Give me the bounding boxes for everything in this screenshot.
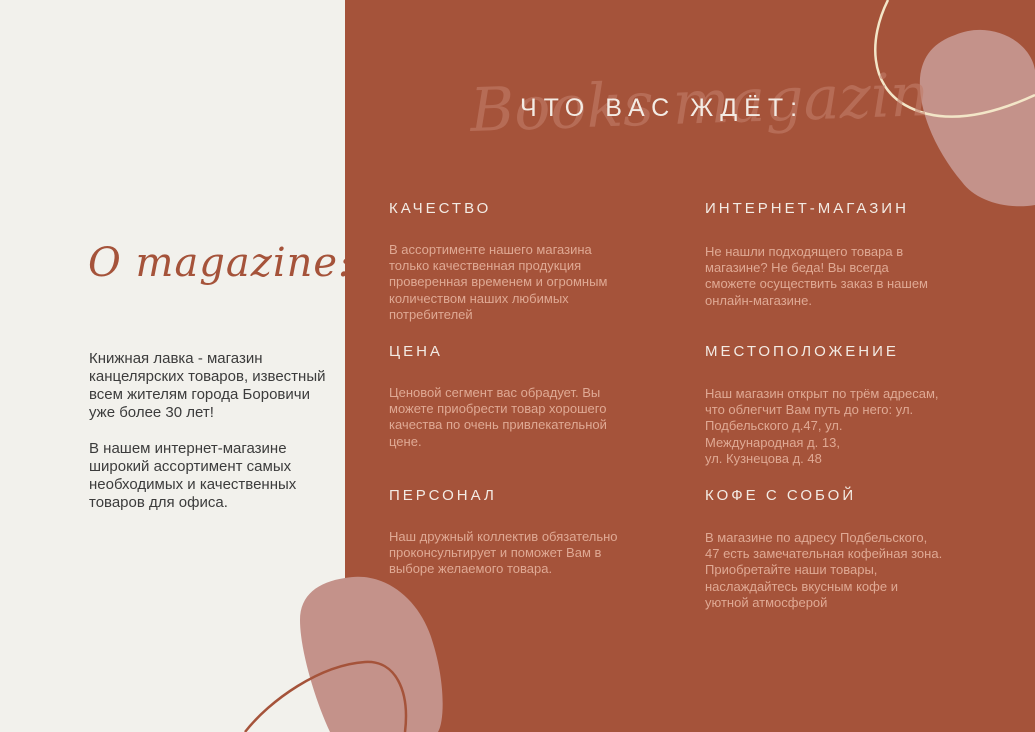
section-title-staff: ПЕРСОНАЛ xyxy=(389,487,497,504)
text-line: Подбельского д.47, ул. xyxy=(705,418,843,434)
about-title: O magazine: xyxy=(88,240,353,286)
text-line: наслаждайтесь вкусным кофе и xyxy=(705,578,898,594)
section-title-price: ЦЕНА xyxy=(389,343,443,360)
text-line: проверенная временем и огромным xyxy=(389,274,608,290)
text-line: Не нашли подходящего товара в xyxy=(705,244,904,259)
text-line: 47 есть замечательная кофейная зона. xyxy=(705,546,943,562)
text-line: что облегчит Вам путь до него: ул. xyxy=(705,402,914,418)
about-text: Книжная лавка - магазин канцелярских тов… xyxy=(89,350,334,530)
text-line: количеством наших любимых xyxy=(389,290,569,306)
section-title-coffee: КОФЕ С СОБОЙ xyxy=(705,487,857,504)
about-paragraph-2: В нашем интернет-магазине широкий ассорт… xyxy=(89,440,297,511)
text-line: только качественная продукция xyxy=(389,258,582,274)
text-line: цене. xyxy=(389,433,422,449)
section-title-quality: КАЧЕСТВО xyxy=(389,200,492,217)
text-line: потребителей xyxy=(389,306,473,322)
text-line: можете приобрести товар хорошего xyxy=(389,401,607,417)
text-line: ул. Кузнецова д. 48 xyxy=(705,450,822,466)
text-line: Наш магазин открыт по трём адресам, xyxy=(705,386,939,401)
text-line: проконсультирует и поможет Вам в xyxy=(389,545,602,561)
text-line: сможете осуществить заказ в нашем xyxy=(705,276,928,292)
section-heading: ЧТО ВАС ЖДЁТ: xyxy=(520,94,805,122)
about-paragraph-1: Книжная лавка - магазин канцелярских тов… xyxy=(89,350,326,421)
text-line: Ценовой сегмент вас обрадует. Вы xyxy=(389,385,601,400)
text-line: Приобретайте наши товары, xyxy=(705,562,878,578)
text-line: онлайн-магазине. xyxy=(705,292,812,308)
text-line: Международная д. 13, xyxy=(705,434,840,450)
text-line: Наш дружный коллектив обязательно xyxy=(389,529,618,544)
section-text-coffee: В магазине по адресу Подбельского, 47 ес… xyxy=(705,530,967,611)
section-text-quality: В ассортименте нашего магазина только ка… xyxy=(389,242,651,323)
section-title-online-store: ИНТЕРНЕТ-МАГАЗИН xyxy=(705,200,909,217)
section-title-location: МЕСТОПОЛОЖЕНИЕ xyxy=(705,343,899,360)
section-text-location: Наш магазин открыт по трём адресам, что … xyxy=(705,386,967,467)
text-line: выборе желаемого товара. xyxy=(389,561,553,577)
text-line: уютной атмосферой xyxy=(705,594,828,610)
section-text-online-store: Не нашли подходящего товара в магазине? … xyxy=(705,244,967,309)
text-line: В ассортименте нашего магазина xyxy=(389,242,592,257)
section-text-price: Ценовой сегмент вас обрадует. Вы можете … xyxy=(389,385,651,450)
text-line: качества по очень привлекательной xyxy=(389,417,607,433)
text-line: В магазине по адресу Подбельского, xyxy=(705,530,928,545)
text-line: магазине? Не беда! Вы всегда xyxy=(705,260,889,276)
section-text-staff: Наш дружный коллектив обязательно прокон… xyxy=(389,529,651,578)
